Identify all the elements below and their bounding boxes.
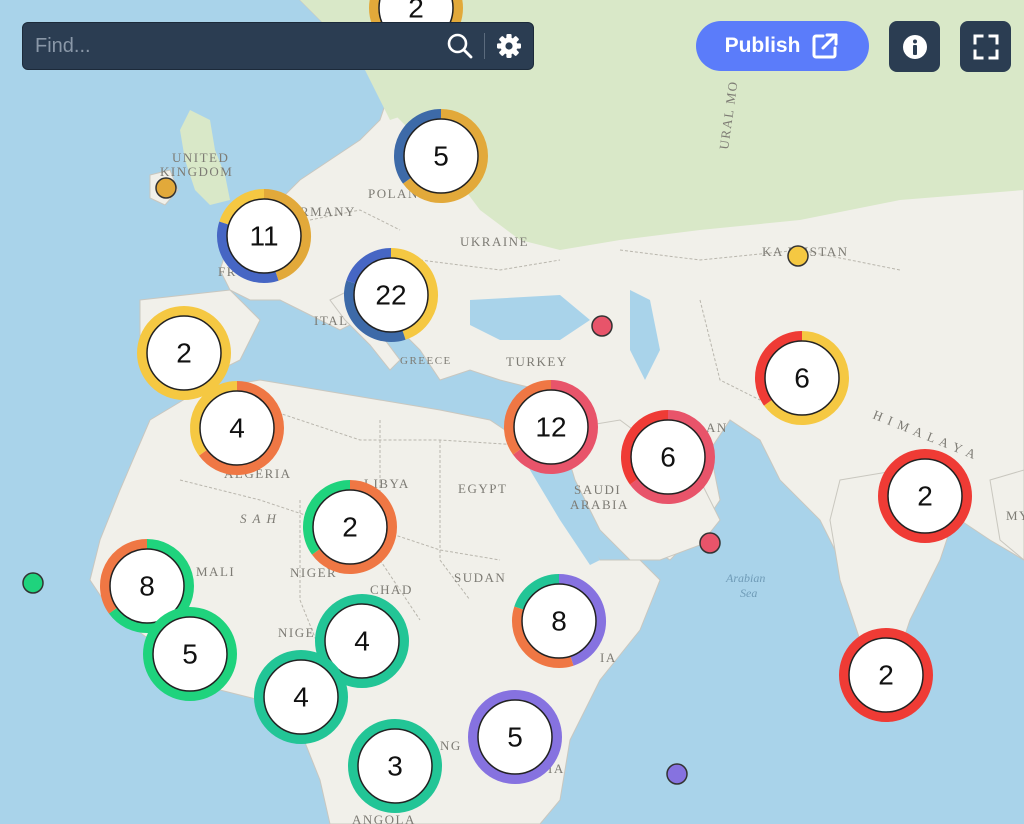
cluster-marker[interactable]: 8 <box>512 574 606 668</box>
label-sea: Sea <box>740 586 757 600</box>
label-arabian: Arabian <box>725 571 765 585</box>
search-input[interactable] <box>23 22 436 70</box>
external-link-icon <box>812 33 838 59</box>
cluster-count: 2 <box>408 0 424 24</box>
fullscreen-icon <box>973 34 998 59</box>
search-bar <box>22 22 534 70</box>
cluster-count: 2 <box>917 481 933 512</box>
label-saudi: SAUDI <box>574 482 621 497</box>
label-egypt: EGYPT <box>458 481 507 496</box>
publish-label: Publish <box>724 34 801 57</box>
map-marker[interactable] <box>699 532 721 554</box>
cluster-count: 11 <box>249 221 278 252</box>
label-nigeria: NIGE <box>278 625 315 640</box>
cluster-marker[interactable]: 2 <box>878 449 972 543</box>
cluster-count: 6 <box>794 363 810 394</box>
cluster-count: 3 <box>387 751 403 782</box>
cluster-count: 12 <box>535 412 566 443</box>
publish-button[interactable]: Publish <box>696 21 869 71</box>
cluster-count: 5 <box>182 639 198 670</box>
cluster-count: 6 <box>660 442 676 473</box>
settings-button[interactable] <box>485 22 533 70</box>
map-marker[interactable] <box>787 245 809 267</box>
cluster-marker[interactable]: 22 <box>344 248 438 342</box>
map-marker[interactable] <box>155 177 177 199</box>
label-ukraine: UKRAINE <box>460 234 529 249</box>
cluster-count: 8 <box>551 606 567 637</box>
fullscreen-button[interactable] <box>960 21 1011 72</box>
cluster-count: 2 <box>878 660 894 691</box>
cluster-marker[interactable]: 6 <box>621 410 715 504</box>
map-canvas[interactable]: UNITED KINGDOM POLAN RMANY UKRAINE KA KH… <box>0 0 1024 824</box>
cluster-count: 2 <box>342 512 358 543</box>
gear-icon <box>497 34 521 58</box>
label-turkey: TURKEY <box>506 354 568 369</box>
label-greece: GREECE <box>400 355 452 367</box>
cluster-marker[interactable]: 4 <box>254 650 348 744</box>
label-kingdom: KINGDOM <box>160 164 233 179</box>
label-arabia: ARABIA <box>570 497 629 512</box>
label-my: MY <box>1006 508 1024 523</box>
cluster-marker[interactable]: 2 <box>303 480 397 574</box>
label-congo: NG <box>440 738 462 753</box>
info-icon <box>902 34 927 59</box>
label-angola: ANGOLA <box>352 812 416 824</box>
label-united: UNITED <box>172 150 229 165</box>
label-mali: MALI <box>196 564 235 579</box>
cluster-marker[interactable]: 5 <box>468 690 562 784</box>
search-icon <box>447 33 473 59</box>
cluster-marker[interactable]: 11 <box>217 189 311 283</box>
map-marker[interactable] <box>22 572 44 594</box>
label-sahara: S A H <box>240 511 277 526</box>
cluster-count: 5 <box>507 722 523 753</box>
label-chad: CHAD <box>370 582 413 597</box>
label-ethiopia: IA <box>600 650 617 665</box>
label-sudan: SUDAN <box>454 570 506 585</box>
cluster-marker[interactable]: 5 <box>394 109 488 203</box>
search-button[interactable] <box>436 22 484 70</box>
cluster-marker[interactable]: 2 <box>137 306 231 400</box>
map-marker[interactable] <box>591 315 613 337</box>
cluster-marker[interactable]: 2 <box>839 628 933 722</box>
cluster-count: 4 <box>354 626 370 657</box>
map-marker[interactable] <box>666 763 688 785</box>
cluster-count: 2 <box>176 338 192 369</box>
cluster-marker[interactable]: 6 <box>755 331 849 425</box>
cluster-count: 22 <box>375 280 406 311</box>
info-button[interactable] <box>889 21 940 72</box>
cluster-count: 4 <box>229 413 245 444</box>
cluster-count: 5 <box>433 141 449 172</box>
cluster-marker[interactable]: 12 <box>504 380 598 474</box>
cluster-count: 4 <box>293 682 309 713</box>
cluster-marker[interactable]: 3 <box>348 719 442 813</box>
label-italy: ITAL <box>314 313 349 328</box>
label-germany: RMANY <box>300 204 356 219</box>
label-iran: AN <box>706 420 728 435</box>
cluster-marker[interactable]: 5 <box>143 607 237 701</box>
cluster-count: 8 <box>139 571 155 602</box>
cluster-marker[interactable]: 4 <box>190 381 284 475</box>
